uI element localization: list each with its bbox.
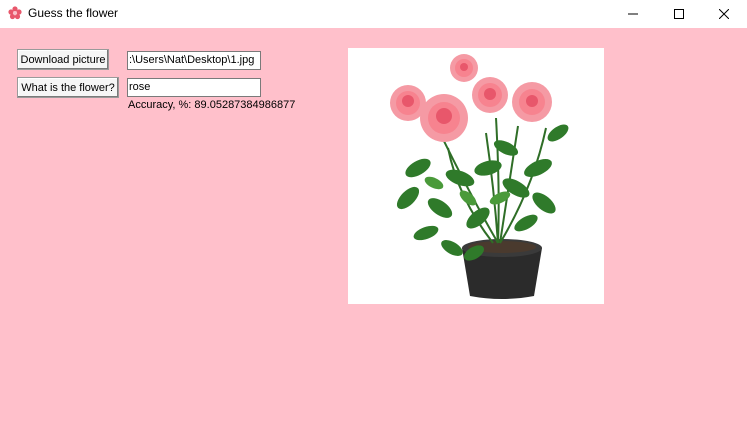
accuracy-label: Accuracy, %: 89.05287384986877 xyxy=(128,99,296,111)
what-is-flower-button[interactable]: What is the flower? xyxy=(17,77,119,98)
download-picture-button[interactable]: Download picture xyxy=(17,49,109,70)
file-path-field[interactable]: :\Users\Nat\Desktop\1.jpg xyxy=(127,51,261,70)
app-window: Guess the flower Download picture What i… xyxy=(0,0,747,427)
flower-picture xyxy=(348,48,604,304)
flower-app-icon xyxy=(8,6,22,20)
window-title: Guess the flower xyxy=(28,6,119,20)
minimize-icon xyxy=(628,13,638,15)
rose-bush-image xyxy=(390,54,569,299)
client-area: Download picture What is the flower? :\U… xyxy=(0,28,747,427)
maximize-button[interactable] xyxy=(656,0,702,28)
close-button[interactable] xyxy=(701,0,747,28)
close-icon xyxy=(719,9,729,19)
flower-result-field[interactable]: rose xyxy=(127,78,261,97)
title-bar[interactable]: Guess the flower xyxy=(0,0,747,28)
minimize-button[interactable] xyxy=(610,0,656,28)
maximize-icon xyxy=(674,9,684,19)
